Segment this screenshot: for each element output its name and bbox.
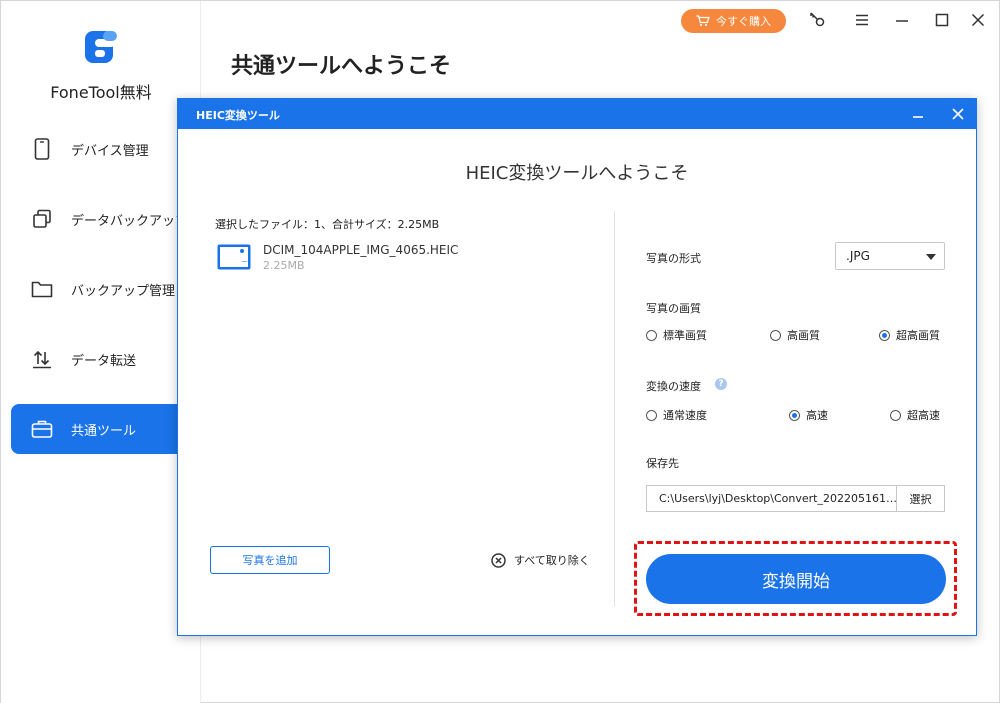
- quality-radio-high[interactable]: 高画質: [770, 327, 820, 343]
- toolbox-icon: [31, 418, 53, 440]
- radio-label: 標準画質: [663, 329, 707, 342]
- radio-label: 高速: [806, 409, 828, 422]
- dialog-close-icon[interactable]: [948, 105, 968, 125]
- list-item[interactable]: DCIM_104APPLE_IMG_4065.HEIC 2.25MB: [215, 241, 595, 275]
- radio-dot: [646, 409, 657, 421]
- sidebar-item-label: バックアップ管理: [71, 283, 176, 299]
- start-convert-button[interactable]: 変換開始: [646, 554, 946, 604]
- sidebar-item-device-management[interactable]: デバイス管理: [11, 124, 201, 174]
- panel-divider: [614, 211, 615, 606]
- speed-label: 変換の速度: [646, 380, 701, 393]
- speed-radio-fast[interactable]: 高速: [789, 407, 828, 423]
- speed-radio-normal[interactable]: 通常速度: [646, 407, 707, 423]
- dialog-title: HEIC変換ツール: [196, 109, 280, 122]
- buy-now-button[interactable]: 今すぐ購入: [681, 9, 786, 33]
- quality-radio-standard[interactable]: 標準画質: [646, 327, 707, 343]
- remove-all-button[interactable]: すべて取り除く: [491, 552, 590, 568]
- heic-converter-dialog: HEIC変換ツール HEIC変換ツールへようこそ 選択したファイル：1、合計サイ…: [177, 98, 977, 636]
- radio-dot: [890, 409, 901, 421]
- radio-label: 通常速度: [663, 409, 707, 422]
- radio-label: 超高速: [907, 409, 940, 422]
- radio-dot-selected: [789, 409, 800, 421]
- sidebar-item-label: データバックアップ: [71, 213, 189, 229]
- radio-dot: [646, 329, 657, 341]
- brand-name: FoneTool無料: [50, 83, 152, 102]
- sidebar-item-label: デバイス管理: [71, 143, 149, 159]
- sidebar-item-label: 共通ツール: [71, 423, 137, 439]
- sidebar-item-data-transfer[interactable]: データ転送: [11, 334, 201, 384]
- cart-icon: [696, 15, 710, 27]
- copy-icon: [31, 208, 53, 230]
- image-file-icon: [217, 244, 251, 270]
- format-select[interactable]: .JPG: [835, 242, 945, 270]
- dialog-titlebar: HEIC変換ツール: [178, 99, 976, 129]
- radio-dot-selected: [879, 329, 890, 341]
- dialog-minimize-icon[interactable]: [908, 105, 928, 125]
- format-label: 写真の形式: [646, 252, 701, 265]
- transfer-icon: [31, 348, 53, 370]
- file-name: DCIM_104APPLE_IMG_4065.HEIC: [263, 243, 459, 257]
- folder-icon: [31, 278, 53, 300]
- menu-icon[interactable]: [851, 9, 873, 31]
- sidebar-item-backup-management[interactable]: バックアップ管理: [11, 264, 201, 314]
- quality-radio-ultra[interactable]: 超高画質: [879, 327, 940, 343]
- save-path-field[interactable]: C:\Users\lyj\Desktop\Convert_202205161…: [646, 485, 896, 512]
- sidebar: FoneTool無料 デバイス管理 データバックアップ バックアップ管理 データ…: [1, 1, 201, 703]
- phone-icon: [31, 138, 53, 160]
- key-icon[interactable]: [806, 9, 828, 31]
- app-window: FoneTool無料 デバイス管理 データバックアップ バックアップ管理 データ…: [0, 0, 1000, 703]
- fonetool-logo: [81, 27, 121, 67]
- radio-label: 高画質: [787, 329, 820, 342]
- add-photo-button[interactable]: 写真を追加: [210, 546, 330, 574]
- radio-dot: [770, 329, 781, 341]
- quality-label: 写真の画質: [646, 302, 701, 315]
- chevron-down-icon: [926, 254, 936, 260]
- maximize-icon[interactable]: [931, 9, 953, 31]
- speed-radio-ultra[interactable]: 超高速: [890, 407, 940, 423]
- minimize-icon[interactable]: [891, 9, 913, 31]
- files-summary: 選択したファイル：1、合計サイズ：2.25MB: [215, 218, 440, 231]
- remove-all-label: すべて取り除く: [514, 554, 590, 567]
- page-title: 共通ツールへようこそ: [231, 54, 452, 79]
- dialog-heading: HEIC変換ツールへようこそ: [465, 163, 689, 184]
- close-icon[interactable]: [967, 9, 989, 31]
- remove-circle-icon: [491, 552, 506, 568]
- buy-now-label: 今すぐ購入: [716, 15, 771, 28]
- help-icon[interactable]: ?: [715, 378, 727, 390]
- format-value: .JPG: [846, 249, 870, 263]
- sidebar-item-label: データ転送: [71, 353, 137, 369]
- sidebar-item-data-backup[interactable]: データバックアップ: [11, 194, 201, 244]
- radio-label: 超高画質: [896, 329, 940, 342]
- browse-button[interactable]: 選択: [896, 485, 945, 512]
- sidebar-item-common-tools[interactable]: 共通ツール: [11, 404, 201, 454]
- file-size: 2.25MB: [263, 259, 305, 272]
- save-location-label: 保存先: [646, 457, 679, 470]
